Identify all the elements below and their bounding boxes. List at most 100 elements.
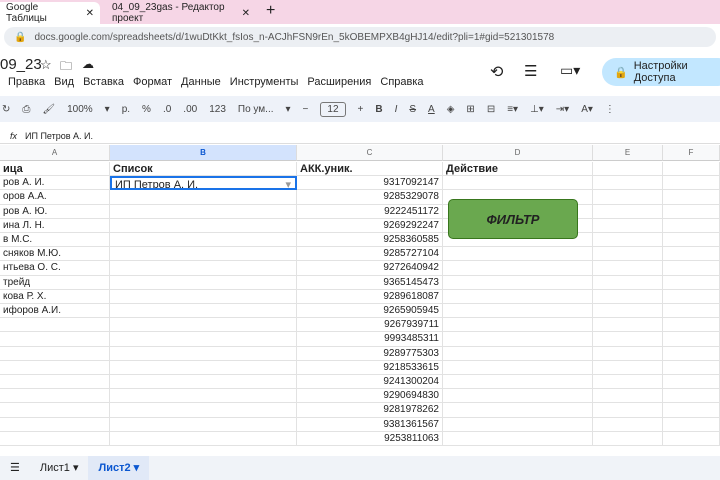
cell[interactable] <box>110 375 297 390</box>
cell[interactable] <box>443 431 593 446</box>
cell[interactable] <box>0 431 110 446</box>
cell[interactable]: ина Л. Н. <box>0 218 110 233</box>
cell[interactable] <box>110 431 297 446</box>
font-select[interactable]: По ум... <box>238 104 274 115</box>
redo-icon[interactable]: ↻ <box>2 104 10 115</box>
cell[interactable] <box>443 360 593 375</box>
cell[interactable]: ифоров А.И. <box>0 304 110 319</box>
percent-button[interactable]: % <box>142 104 151 115</box>
cell[interactable] <box>0 318 110 333</box>
browser-tab-editor[interactable]: 04_09_23gas - Редактор проект ✕ <box>106 2 256 24</box>
cell[interactable] <box>443 289 593 304</box>
sheet-tab-1[interactable]: Лист1 ▾ <box>30 456 89 480</box>
text-color-button[interactable]: A <box>428 104 435 115</box>
menu-data[interactable]: Данные <box>181 76 221 88</box>
cell[interactable] <box>593 261 663 276</box>
valign-icon[interactable]: ⊥▾ <box>530 104 544 115</box>
cell[interactable]: сняков М.Ю. <box>0 247 110 262</box>
cell[interactable] <box>110 261 297 276</box>
cell[interactable] <box>443 304 593 319</box>
cell[interactable] <box>110 190 297 205</box>
column-header-e[interactable]: E <box>593 145 663 161</box>
cell[interactable]: оров А.А. <box>0 190 110 205</box>
dropdown-cell-selected[interactable]: ИП Петров А. И. ▾ <box>110 176 297 191</box>
cell[interactable] <box>0 403 110 418</box>
cell[interactable]: 9253811063 <box>297 431 443 446</box>
cell[interactable] <box>663 304 720 319</box>
cell[interactable] <box>663 247 720 262</box>
header-cell-d[interactable]: Действие <box>443 162 593 177</box>
cell[interactable] <box>0 360 110 375</box>
menu-help[interactable]: Справка <box>380 76 423 88</box>
filter-button[interactable]: ФИЛЬТР <box>448 199 578 239</box>
cell[interactable] <box>593 176 663 191</box>
cell[interactable] <box>110 233 297 248</box>
all-sheets-icon[interactable]: ☰ <box>0 456 30 480</box>
share-button[interactable]: 🔒 Настройки Доступа <box>602 58 720 86</box>
cell[interactable] <box>663 162 720 177</box>
cell[interactable] <box>663 346 720 361</box>
cell[interactable] <box>0 332 110 347</box>
cell[interactable] <box>110 275 297 290</box>
cell[interactable] <box>110 417 297 432</box>
strikethrough-button[interactable]: S <box>409 104 416 115</box>
cell[interactable] <box>443 261 593 276</box>
print-icon[interactable]: ⎙ <box>22 104 30 115</box>
fill-color-icon[interactable]: ◈ <box>447 104 455 115</box>
cell[interactable] <box>663 318 720 333</box>
comments-icon[interactable]: ☰ <box>524 62 537 80</box>
cell[interactable]: кова Р. Х. <box>0 289 110 304</box>
cell[interactable] <box>110 389 297 404</box>
cell[interactable]: 9265905945 <box>297 304 443 319</box>
cell[interactable]: в М.С. <box>0 233 110 248</box>
cell[interactable] <box>593 375 663 390</box>
cell[interactable] <box>663 275 720 290</box>
cell[interactable] <box>110 332 297 347</box>
currency-button[interactable]: р. <box>122 104 130 115</box>
column-header-c[interactable]: C <box>297 145 443 161</box>
sheet-tab-2[interactable]: Лист2 ▾ <box>88 456 150 480</box>
borders-icon[interactable]: ⊞ <box>466 104 474 115</box>
rotate-icon[interactable]: A▾ <box>581 104 593 115</box>
cell[interactable] <box>663 289 720 304</box>
cell[interactable]: ров А. Ю. <box>0 204 110 219</box>
cell[interactable] <box>110 360 297 375</box>
cell[interactable] <box>443 176 593 191</box>
cell[interactable] <box>593 403 663 418</box>
merge-icon[interactable]: ⊟ <box>487 104 495 115</box>
cell[interactable] <box>593 318 663 333</box>
cell[interactable] <box>0 346 110 361</box>
zoom-select[interactable]: 100% <box>67 104 93 115</box>
cell[interactable]: 9289618087 <box>297 289 443 304</box>
column-header-d[interactable]: D <box>443 145 593 161</box>
cell[interactable]: 9285727104 <box>297 247 443 262</box>
menu-insert[interactable]: Вставка <box>83 76 124 88</box>
cell[interactable] <box>593 332 663 347</box>
cell[interactable] <box>110 346 297 361</box>
cell[interactable] <box>593 289 663 304</box>
header-cell-b[interactable]: Список <box>110 162 297 177</box>
header-cell-a[interactable]: ица <box>0 162 110 177</box>
cell[interactable] <box>593 346 663 361</box>
more-icon[interactable]: ⋮ <box>605 104 615 115</box>
cell[interactable] <box>663 417 720 432</box>
cell[interactable] <box>110 403 297 418</box>
cell[interactable] <box>110 204 297 219</box>
cell[interactable]: 9222451172 <box>297 204 443 219</box>
cell[interactable]: 9281978262 <box>297 403 443 418</box>
cell[interactable] <box>663 176 720 191</box>
cell[interactable] <box>443 389 593 404</box>
cell[interactable]: 9381361567 <box>297 417 443 432</box>
cell[interactable] <box>663 204 720 219</box>
font-size-increase[interactable]: + <box>358 104 364 115</box>
column-header-f[interactable]: F <box>663 145 720 161</box>
cell[interactable] <box>663 403 720 418</box>
close-icon[interactable]: ✕ <box>86 8 94 19</box>
cell[interactable]: 9267939711 <box>297 318 443 333</box>
column-header-a[interactable]: A <box>0 145 110 161</box>
cell[interactable] <box>443 247 593 262</box>
history-icon[interactable]: ⟲ <box>490 62 503 82</box>
doc-title[interactable]: 09_23 <box>0 56 42 73</box>
cell[interactable]: 9272640942 <box>297 261 443 276</box>
cell[interactable] <box>663 389 720 404</box>
